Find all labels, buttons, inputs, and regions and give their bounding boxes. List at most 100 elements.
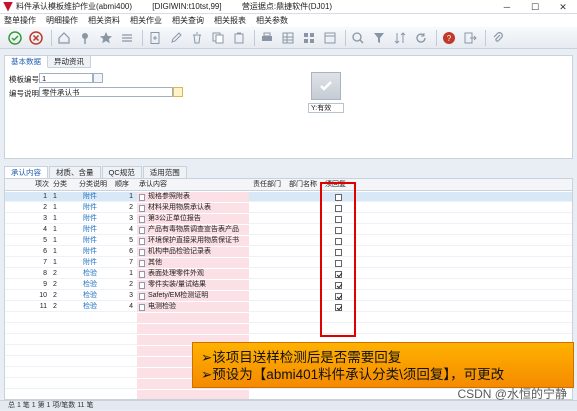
export-button[interactable] [279,29,297,47]
cell-order[interactable]: 6 [117,247,133,257]
cell-order[interactable]: 4 [117,225,133,235]
grid-button[interactable] [300,29,318,47]
table-row[interactable]: 11 2 检验 4 电测检验 [5,302,572,312]
delete-button[interactable] [188,29,206,47]
cell-seq[interactable]: 3 [33,214,47,224]
cell-order[interactable]: 4 [117,302,133,312]
favorite-button[interactable] [97,29,115,47]
table-row[interactable]: 2 1 附件 2 材料采用物质承认表 [5,203,572,213]
cell-order[interactable]: 3 [117,291,133,301]
tab-qc-spec[interactable]: QC规范 [101,166,142,178]
edit-button[interactable] [167,29,185,47]
sort-button[interactable] [391,29,409,47]
cell-order[interactable]: 5 [117,236,133,246]
attach-button[interactable] [489,29,507,47]
cell-category-desc[interactable]: 附件 [83,247,111,257]
menu-related-params[interactable]: 相关参数 [256,15,288,26]
cell-category[interactable]: 1 [53,258,71,268]
cell-content[interactable]: 材料采用物质承认表 [148,203,248,213]
help-button[interactable]: ? [440,29,458,47]
menu-related-report[interactable]: 相关报表 [214,15,246,26]
cell-category-desc[interactable]: 附件 [83,203,111,213]
cell-seq[interactable]: 2 [33,203,47,213]
template-no-field[interactable]: 1 [39,73,93,83]
cell-category[interactable]: 2 [53,291,71,301]
cell-category[interactable]: 1 [53,214,71,224]
col-content[interactable]: 承认内容 [139,179,167,191]
table-row[interactable]: 8 2 检验 1 表面处理零件外观 [5,269,572,279]
cell-category-desc[interactable]: 附件 [83,236,111,246]
cell-category[interactable]: 2 [53,280,71,290]
tab-scope[interactable]: 适用范围 [142,166,187,178]
table-row[interactable]: 10 2 检验 3 Safety/EM检测证明 [5,291,572,301]
menu-detail-ops[interactable]: 明细操作 [46,15,78,26]
tab-approval-content[interactable]: 承认内容 [4,166,48,178]
cell-content[interactable]: 表面处理零件外观 [148,269,248,279]
cell-seq[interactable]: 9 [33,280,47,290]
cell-content[interactable]: 环境保护直接采用物质保证书 [148,236,248,246]
description-field[interactable]: 零件承认书 [39,87,173,97]
cell-order[interactable]: 2 [117,280,133,290]
locate-button[interactable] [76,29,94,47]
cell-content[interactable]: 其他 [148,258,248,268]
cell-category-desc[interactable]: 附件 [83,225,111,235]
cell-content[interactable]: Safety/EM检测证明 [148,291,248,301]
cell-category-desc[interactable]: 附件 [83,258,111,268]
tab-material-content[interactable]: 材质、含量 [49,166,101,178]
cell-category-desc[interactable]: 附件 [83,192,111,202]
zoom-flag-icon[interactable] [173,87,183,97]
confirm-button[interactable] [6,29,24,47]
table-row[interactable]: 1 1 附件 1 规格参照附表 [5,192,572,202]
cell-category[interactable]: 2 [53,269,71,279]
table-row[interactable]: 4 1 附件 4 产品有毒物质调查宣告表产品 [5,225,572,235]
cell-seq[interactable]: 4 [33,225,47,235]
cell-order[interactable]: 3 [117,214,133,224]
col-category[interactable]: 分类 [53,179,67,191]
cell-category-desc[interactable]: 检验 [83,280,111,290]
paste-button[interactable] [230,29,248,47]
cell-seq[interactable]: 5 [33,236,47,246]
print-button[interactable] [258,29,276,47]
cell-category[interactable]: 1 [53,247,71,257]
cell-category[interactable]: 1 [53,203,71,213]
cell-order[interactable]: 1 [117,192,133,202]
cell-category-desc[interactable]: 检验 [83,302,111,312]
close-window-button[interactable]: ✕ [549,0,577,14]
valid-status-select[interactable]: Y:有效 [308,103,344,113]
cell-seq[interactable]: 7 [33,258,47,268]
cell-category-desc[interactable]: 附件 [83,214,111,224]
cell-seq[interactable]: 10 [33,291,47,301]
menu-header-ops[interactable]: 整单操作 [4,15,36,26]
menu-related-jobs[interactable]: 相关作业 [130,15,162,26]
table-row[interactable]: 3 1 附件 3 第3公正单位报告 [5,214,572,224]
cell-content[interactable]: 机构申品检验记录表 [148,247,248,257]
filter-button[interactable] [370,29,388,47]
cell-seq[interactable]: 1 [33,192,47,202]
layout-button[interactable] [321,29,339,47]
cell-content[interactable]: 规格参照附表 [148,192,248,202]
minimize-button[interactable]: ─ [493,0,521,14]
cell-content[interactable]: 第3公正单位报告 [148,214,248,224]
home-button[interactable] [55,29,73,47]
table-row[interactable]: 7 1 附件 7 其他 [5,258,572,268]
cell-content[interactable]: 零件实装/量试结果 [148,280,248,290]
tab-change-info[interactable]: 异动资讯 [48,56,91,68]
table-row[interactable]: 9 2 检验 2 零件实装/量试结果 [5,280,572,290]
menu-related-data[interactable]: 相关资料 [88,15,120,26]
table-row[interactable]: 6 1 附件 6 机构申品检验记录表 [5,247,572,257]
col-dept-name[interactable]: 部门名称 [289,179,317,191]
add-button[interactable] [146,29,164,47]
cell-order[interactable]: 7 [117,258,133,268]
cancel-button[interactable] [27,29,45,47]
cell-category[interactable]: 1 [53,192,71,202]
col-order[interactable]: 顺序 [115,179,129,191]
cell-seq[interactable]: 8 [33,269,47,279]
cell-seq[interactable]: 6 [33,247,47,257]
search-button[interactable] [349,29,367,47]
cell-category[interactable]: 1 [53,236,71,246]
col-seq[interactable]: 项次 [35,179,49,191]
menu-related-query[interactable]: 相关查询 [172,15,204,26]
col-dept[interactable]: 责任部门 [253,179,281,191]
cell-seq[interactable]: 11 [33,302,47,312]
col-category-desc[interactable]: 分类说明 [79,179,107,191]
